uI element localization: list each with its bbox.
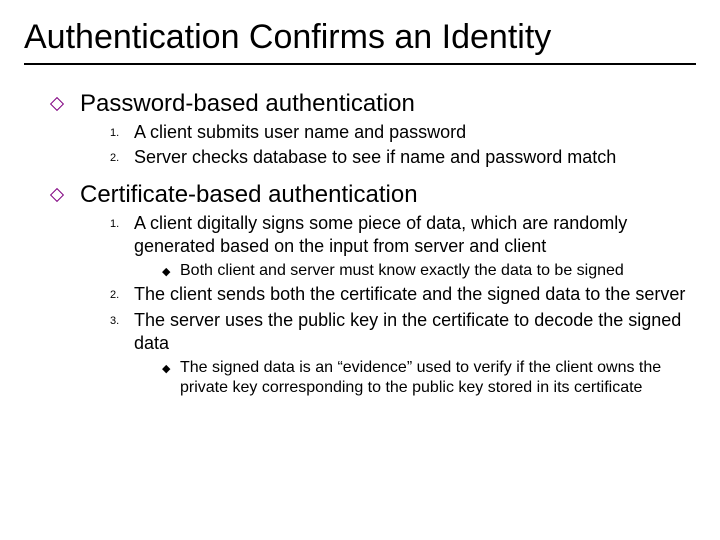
sub-list-item: ◆ The signed data is an “evidence” used … (162, 358, 690, 400)
list-number: 2. (110, 146, 134, 164)
list-number: 2. (110, 283, 134, 301)
numbered-list: 1. A client digitally signs some piece o… (52, 212, 690, 399)
list-number: 1. (110, 212, 134, 230)
diamond-bullet-icon (50, 97, 64, 111)
title-container: Authentication Confirms an Identity (24, 0, 696, 65)
sub-list-text: Both client and server must know exactly… (180, 261, 690, 282)
section-heading-row: Certificate-based authentication (52, 180, 690, 210)
slide: Authentication Confirms an Identity Pass… (0, 0, 720, 540)
list-number: 1. (110, 121, 134, 139)
list-text: A client digitally signs some piece of d… (134, 212, 690, 282)
sub-list-text: The signed data is an “evidence” used to… (180, 358, 690, 400)
section-heading: Password-based authentication (80, 89, 415, 119)
sub-bullet-icon: ◆ (162, 358, 180, 376)
list-text-span: The server uses the public key in the ce… (134, 310, 681, 353)
section-heading: Certificate-based authentication (80, 180, 418, 210)
list-number: 3. (110, 309, 134, 327)
section-heading-row: Password-based authentication (52, 89, 690, 119)
list-item: 1. A client submits user name and passwo… (110, 121, 690, 144)
numbered-list: 1. A client submits user name and passwo… (52, 121, 690, 170)
list-text-span: A client digitally signs some piece of d… (134, 213, 627, 256)
sub-list: ◆ The signed data is an “evidence” used … (134, 358, 690, 400)
list-text: The client sends both the certificate an… (134, 283, 690, 306)
slide-body: Password-based authentication 1. A clien… (0, 65, 720, 399)
sub-bullet-icon: ◆ (162, 261, 180, 279)
list-item: 2. The client sends both the certificate… (110, 283, 690, 306)
slide-title: Authentication Confirms an Identity (24, 18, 696, 57)
diamond-bullet-icon (50, 188, 64, 202)
list-item: 1. A client digitally signs some piece o… (110, 212, 690, 282)
sub-list-item: ◆ Both client and server must know exact… (162, 261, 690, 282)
list-item: 3. The server uses the public key in the… (110, 309, 690, 399)
list-item: 2. Server checks database to see if name… (110, 146, 690, 169)
list-text: A client submits user name and password (134, 121, 690, 144)
sub-list: ◆ Both client and server must know exact… (134, 261, 690, 282)
list-text: The server uses the public key in the ce… (134, 309, 690, 399)
list-text: Server checks database to see if name an… (134, 146, 690, 169)
